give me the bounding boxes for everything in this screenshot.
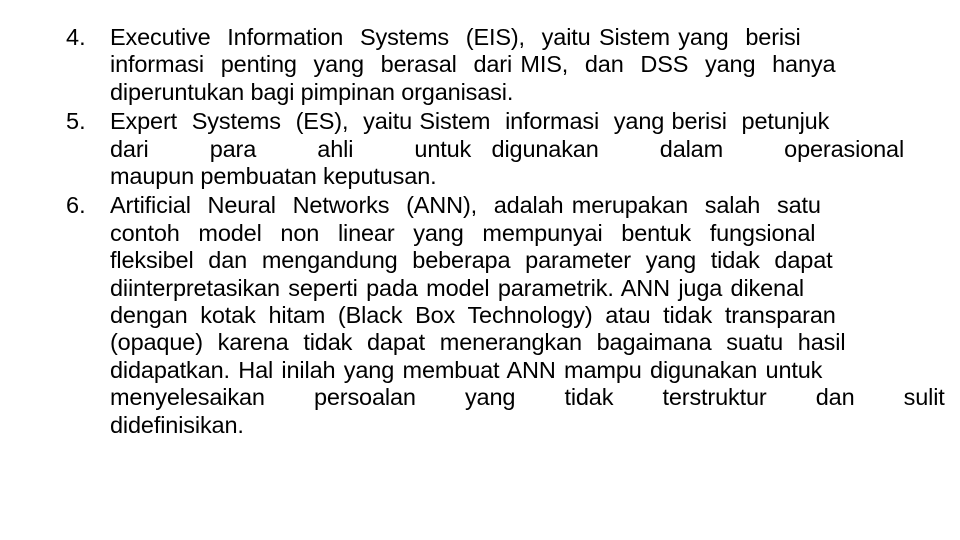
text-line: fleksibel dan mengandung beberapa parame… [110, 247, 833, 274]
text-line: didefinisikan. [110, 411, 244, 438]
text-line: (opaque) karena tidak dapat menerangkan … [110, 329, 846, 356]
text-line: Artificial Neural Networks (ANN), adalah… [110, 192, 821, 219]
list-marker-6: 6. [66, 192, 86, 219]
text-line: maupun pembuatan keputusan. [110, 163, 437, 190]
text-line: informasi penting yang berasal dari MIS,… [110, 51, 836, 78]
slide-canvas: 4. Executive Information Systems (EIS), … [0, 0, 960, 540]
list-item-4-text: Executive Information Systems (EIS), yai… [110, 24, 884, 106]
list-item: 5. Expert Systems (ES), yaitu Sistem inf… [62, 108, 905, 190]
text-line: menyelesaikan persoalan yang tidak terst… [110, 384, 945, 411]
list-item-6-text: Artificial Neural Networks (ANN), adalah… [110, 192, 945, 439]
text-line: dengan kotak hitam (Black Box Technology… [110, 302, 836, 329]
text-line: didapatkan. Hal inilah yang membuat ANN … [110, 356, 823, 383]
text-line: diperuntukan bagi pimpinan organisasi. [110, 78, 514, 105]
list-item: 4. Executive Information Systems (EIS), … [62, 24, 884, 106]
list-marker-4: 4. [66, 24, 86, 50]
numbered-list: 4. Executive Information Systems (EIS), … [62, 24, 945, 439]
text-line: contoh model non linear yang mempunyai b… [110, 219, 816, 246]
list-item: 6. Artificial Neural Networks (ANN), ada… [62, 192, 945, 439]
list-marker-5: 5. [66, 108, 86, 135]
list-item-5-text: Expert Systems (ES), yaitu Sistem inform… [110, 108, 905, 190]
text-line: Expert Systems (ES), yaitu Sistem inform… [110, 108, 830, 135]
text-line: Executive Information Systems (EIS), yai… [110, 24, 801, 50]
text-line: diinterpretasikan seperti pada model par… [110, 274, 804, 301]
text-line: dari para ahli untuk digunakan dalam ope… [110, 135, 905, 162]
